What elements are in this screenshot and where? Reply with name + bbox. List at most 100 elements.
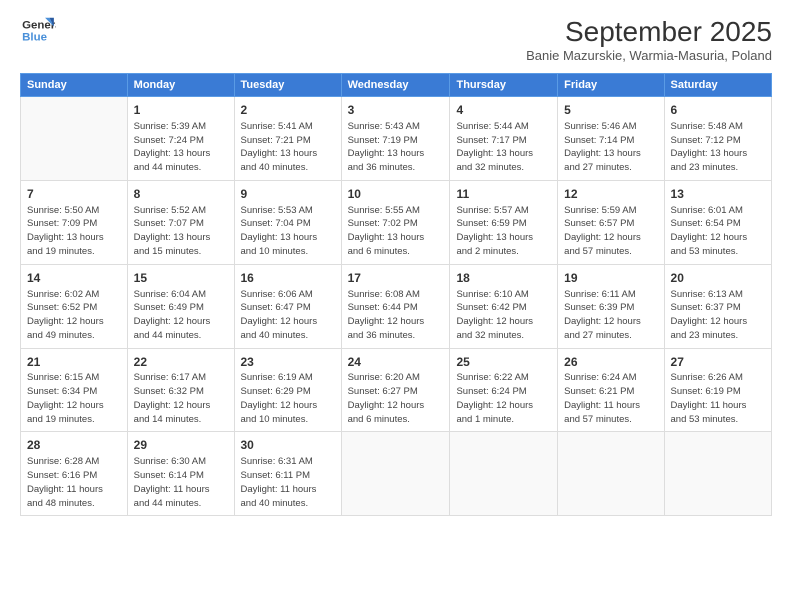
day-number: 29: [134, 437, 228, 454]
calendar-cell: 2Sunrise: 5:41 AM Sunset: 7:21 PM Daylig…: [234, 97, 341, 181]
day-info: Sunrise: 6:01 AM Sunset: 6:54 PM Dayligh…: [671, 204, 765, 259]
svg-text:Blue: Blue: [22, 32, 47, 44]
day-number: 11: [456, 186, 551, 203]
day-info: Sunrise: 6:31 AM Sunset: 6:11 PM Dayligh…: [241, 455, 335, 510]
calendar-cell: 27Sunrise: 6:26 AM Sunset: 6:19 PM Dayli…: [664, 348, 771, 432]
day-number: 27: [671, 354, 765, 371]
calendar-cell: 24Sunrise: 6:20 AM Sunset: 6:27 PM Dayli…: [341, 348, 450, 432]
calendar-cell: 12Sunrise: 5:59 AM Sunset: 6:57 PM Dayli…: [558, 180, 664, 264]
col-thursday: Thursday: [450, 74, 558, 97]
day-info: Sunrise: 6:10 AM Sunset: 6:42 PM Dayligh…: [456, 288, 551, 343]
calendar-cell: 1Sunrise: 5:39 AM Sunset: 7:24 PM Daylig…: [127, 97, 234, 181]
day-info: Sunrise: 6:08 AM Sunset: 6:44 PM Dayligh…: [348, 288, 444, 343]
day-info: Sunrise: 6:13 AM Sunset: 6:37 PM Dayligh…: [671, 288, 765, 343]
day-number: 26: [564, 354, 657, 371]
day-info: Sunrise: 6:02 AM Sunset: 6:52 PM Dayligh…: [27, 288, 121, 343]
day-number: 7: [27, 186, 121, 203]
calendar-header-row: Sunday Monday Tuesday Wednesday Thursday…: [21, 74, 772, 97]
calendar-cell: 20Sunrise: 6:13 AM Sunset: 6:37 PM Dayli…: [664, 264, 771, 348]
day-info: Sunrise: 5:52 AM Sunset: 7:07 PM Dayligh…: [134, 204, 228, 259]
calendar-cell: 21Sunrise: 6:15 AM Sunset: 6:34 PM Dayli…: [21, 348, 128, 432]
location: Banie Mazurskie, Warmia-Masuria, Poland: [526, 48, 772, 63]
day-number: 8: [134, 186, 228, 203]
page: General Blue September 2025 Banie Mazurs…: [0, 0, 792, 612]
day-info: Sunrise: 6:06 AM Sunset: 6:47 PM Dayligh…: [241, 288, 335, 343]
header: General Blue September 2025 Banie Mazurs…: [20, 16, 772, 63]
day-info: Sunrise: 5:39 AM Sunset: 7:24 PM Dayligh…: [134, 120, 228, 175]
calendar-cell: 13Sunrise: 6:01 AM Sunset: 6:54 PM Dayli…: [664, 180, 771, 264]
title-block: September 2025 Banie Mazurskie, Warmia-M…: [526, 16, 772, 63]
col-wednesday: Wednesday: [341, 74, 450, 97]
day-info: Sunrise: 6:28 AM Sunset: 6:16 PM Dayligh…: [27, 455, 121, 510]
calendar-cell: 8Sunrise: 5:52 AM Sunset: 7:07 PM Daylig…: [127, 180, 234, 264]
calendar-cell: 30Sunrise: 6:31 AM Sunset: 6:11 PM Dayli…: [234, 432, 341, 516]
calendar-cell: 14Sunrise: 6:02 AM Sunset: 6:52 PM Dayli…: [21, 264, 128, 348]
col-sunday: Sunday: [21, 74, 128, 97]
day-number: 10: [348, 186, 444, 203]
day-number: 16: [241, 270, 335, 287]
calendar-cell: [558, 432, 664, 516]
day-info: Sunrise: 5:41 AM Sunset: 7:21 PM Dayligh…: [241, 120, 335, 175]
day-info: Sunrise: 5:59 AM Sunset: 6:57 PM Dayligh…: [564, 204, 657, 259]
day-info: Sunrise: 6:26 AM Sunset: 6:19 PM Dayligh…: [671, 371, 765, 426]
day-number: 22: [134, 354, 228, 371]
calendar-cell: 11Sunrise: 5:57 AM Sunset: 6:59 PM Dayli…: [450, 180, 558, 264]
day-number: 25: [456, 354, 551, 371]
day-info: Sunrise: 5:44 AM Sunset: 7:17 PM Dayligh…: [456, 120, 551, 175]
day-number: 13: [671, 186, 765, 203]
day-number: 14: [27, 270, 121, 287]
calendar-cell: 19Sunrise: 6:11 AM Sunset: 6:39 PM Dayli…: [558, 264, 664, 348]
logo: General Blue: [20, 16, 56, 46]
day-number: 28: [27, 437, 121, 454]
col-saturday: Saturday: [664, 74, 771, 97]
day-info: Sunrise: 5:50 AM Sunset: 7:09 PM Dayligh…: [27, 204, 121, 259]
calendar-cell: 3Sunrise: 5:43 AM Sunset: 7:19 PM Daylig…: [341, 97, 450, 181]
day-info: Sunrise: 6:04 AM Sunset: 6:49 PM Dayligh…: [134, 288, 228, 343]
calendar-cell: 25Sunrise: 6:22 AM Sunset: 6:24 PM Dayli…: [450, 348, 558, 432]
calendar-week-row: 21Sunrise: 6:15 AM Sunset: 6:34 PM Dayli…: [21, 348, 772, 432]
calendar-table: Sunday Monday Tuesday Wednesday Thursday…: [20, 73, 772, 516]
day-info: Sunrise: 6:17 AM Sunset: 6:32 PM Dayligh…: [134, 371, 228, 426]
day-number: 4: [456, 102, 551, 119]
calendar-cell: [664, 432, 771, 516]
calendar-cell: 10Sunrise: 5:55 AM Sunset: 7:02 PM Dayli…: [341, 180, 450, 264]
day-info: Sunrise: 6:24 AM Sunset: 6:21 PM Dayligh…: [564, 371, 657, 426]
col-tuesday: Tuesday: [234, 74, 341, 97]
calendar-cell: 23Sunrise: 6:19 AM Sunset: 6:29 PM Dayli…: [234, 348, 341, 432]
day-number: 2: [241, 102, 335, 119]
day-info: Sunrise: 5:48 AM Sunset: 7:12 PM Dayligh…: [671, 120, 765, 175]
day-number: 17: [348, 270, 444, 287]
day-info: Sunrise: 6:11 AM Sunset: 6:39 PM Dayligh…: [564, 288, 657, 343]
day-info: Sunrise: 5:43 AM Sunset: 7:19 PM Dayligh…: [348, 120, 444, 175]
calendar-cell: 15Sunrise: 6:04 AM Sunset: 6:49 PM Dayli…: [127, 264, 234, 348]
day-number: 21: [27, 354, 121, 371]
calendar-cell: 6Sunrise: 5:48 AM Sunset: 7:12 PM Daylig…: [664, 97, 771, 181]
calendar-cell: 28Sunrise: 6:28 AM Sunset: 6:16 PM Dayli…: [21, 432, 128, 516]
calendar-cell: 26Sunrise: 6:24 AM Sunset: 6:21 PM Dayli…: [558, 348, 664, 432]
month-title: September 2025: [526, 16, 772, 48]
day-number: 23: [241, 354, 335, 371]
day-number: 24: [348, 354, 444, 371]
calendar-cell: [21, 97, 128, 181]
calendar-cell: 17Sunrise: 6:08 AM Sunset: 6:44 PM Dayli…: [341, 264, 450, 348]
day-info: Sunrise: 6:22 AM Sunset: 6:24 PM Dayligh…: [456, 371, 551, 426]
calendar-cell: 7Sunrise: 5:50 AM Sunset: 7:09 PM Daylig…: [21, 180, 128, 264]
calendar-week-row: 1Sunrise: 5:39 AM Sunset: 7:24 PM Daylig…: [21, 97, 772, 181]
day-number: 9: [241, 186, 335, 203]
calendar-cell: 9Sunrise: 5:53 AM Sunset: 7:04 PM Daylig…: [234, 180, 341, 264]
day-number: 3: [348, 102, 444, 119]
calendar-cell: [450, 432, 558, 516]
calendar-cell: 18Sunrise: 6:10 AM Sunset: 6:42 PM Dayli…: [450, 264, 558, 348]
day-number: 1: [134, 102, 228, 119]
day-info: Sunrise: 6:30 AM Sunset: 6:14 PM Dayligh…: [134, 455, 228, 510]
day-info: Sunrise: 5:46 AM Sunset: 7:14 PM Dayligh…: [564, 120, 657, 175]
calendar-cell: [341, 432, 450, 516]
col-monday: Monday: [127, 74, 234, 97]
calendar-week-row: 28Sunrise: 6:28 AM Sunset: 6:16 PM Dayli…: [21, 432, 772, 516]
calendar-week-row: 7Sunrise: 5:50 AM Sunset: 7:09 PM Daylig…: [21, 180, 772, 264]
day-number: 5: [564, 102, 657, 119]
calendar-cell: 5Sunrise: 5:46 AM Sunset: 7:14 PM Daylig…: [558, 97, 664, 181]
day-info: Sunrise: 6:20 AM Sunset: 6:27 PM Dayligh…: [348, 371, 444, 426]
day-info: Sunrise: 6:15 AM Sunset: 6:34 PM Dayligh…: [27, 371, 121, 426]
day-info: Sunrise: 5:55 AM Sunset: 7:02 PM Dayligh…: [348, 204, 444, 259]
